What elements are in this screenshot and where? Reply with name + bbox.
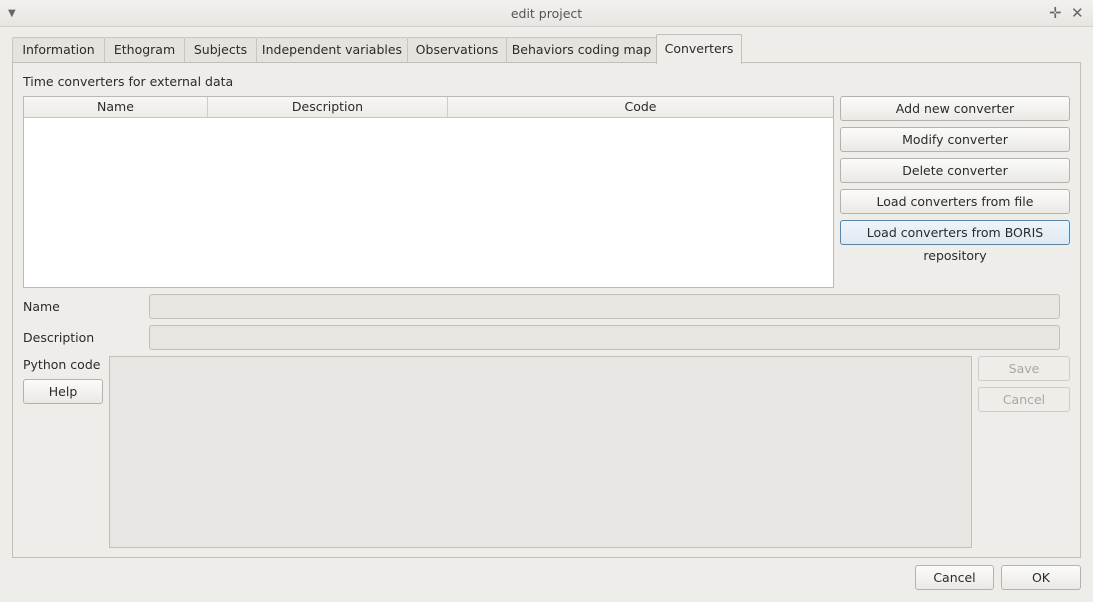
- cancel-button[interactable]: Cancel: [915, 565, 994, 590]
- column-header-code[interactable]: Code: [448, 97, 833, 118]
- modify-converter-button[interactable]: Modify converter: [840, 127, 1070, 152]
- tab-ethogram[interactable]: Ethogram: [104, 37, 185, 63]
- section-label: Time converters for external data: [23, 74, 234, 89]
- name-label: Name: [23, 299, 60, 314]
- description-field[interactable]: [149, 325, 1060, 350]
- tab-information[interactable]: Information: [12, 37, 105, 63]
- pin-icon[interactable]: ✛: [1049, 4, 1062, 22]
- delete-converter-button[interactable]: Delete converter: [840, 158, 1070, 183]
- python-code-label: Python code: [23, 357, 101, 372]
- tab-observations[interactable]: Observations: [407, 37, 507, 63]
- tab-subjects[interactable]: Subjects: [184, 37, 257, 63]
- window-title: edit project: [510, 6, 583, 21]
- window-titlebar: ▼ edit project ✛ ✕: [0, 0, 1093, 27]
- python-code-editor[interactable]: [109, 356, 972, 548]
- tab-independent-variables[interactable]: Independent variables: [256, 37, 408, 63]
- add-converter-button[interactable]: Add new converter: [840, 96, 1070, 121]
- column-header-name[interactable]: Name: [24, 97, 208, 118]
- column-header-description[interactable]: Description: [208, 97, 448, 118]
- ok-button[interactable]: OK: [1001, 565, 1081, 590]
- load-from-repository-button[interactable]: Load converters from BORIS repository: [840, 220, 1070, 263]
- name-field[interactable]: [149, 294, 1060, 319]
- tab-converters[interactable]: Converters: [656, 34, 742, 64]
- table-header: Name Description Code: [24, 97, 833, 118]
- save-converter-button[interactable]: Save converter: [978, 356, 1070, 399]
- converters-table[interactable]: Name Description Code: [23, 96, 834, 288]
- tab-behaviors-coding-map[interactable]: Behaviors coding map: [506, 37, 657, 63]
- help-button[interactable]: Help: [23, 379, 103, 404]
- load-from-file-button[interactable]: Load converters from file: [840, 189, 1070, 214]
- close-icon[interactable]: ✕: [1071, 4, 1084, 22]
- description-label: Description: [23, 330, 95, 345]
- cancel-converter-button[interactable]: Cancel: [978, 387, 1070, 412]
